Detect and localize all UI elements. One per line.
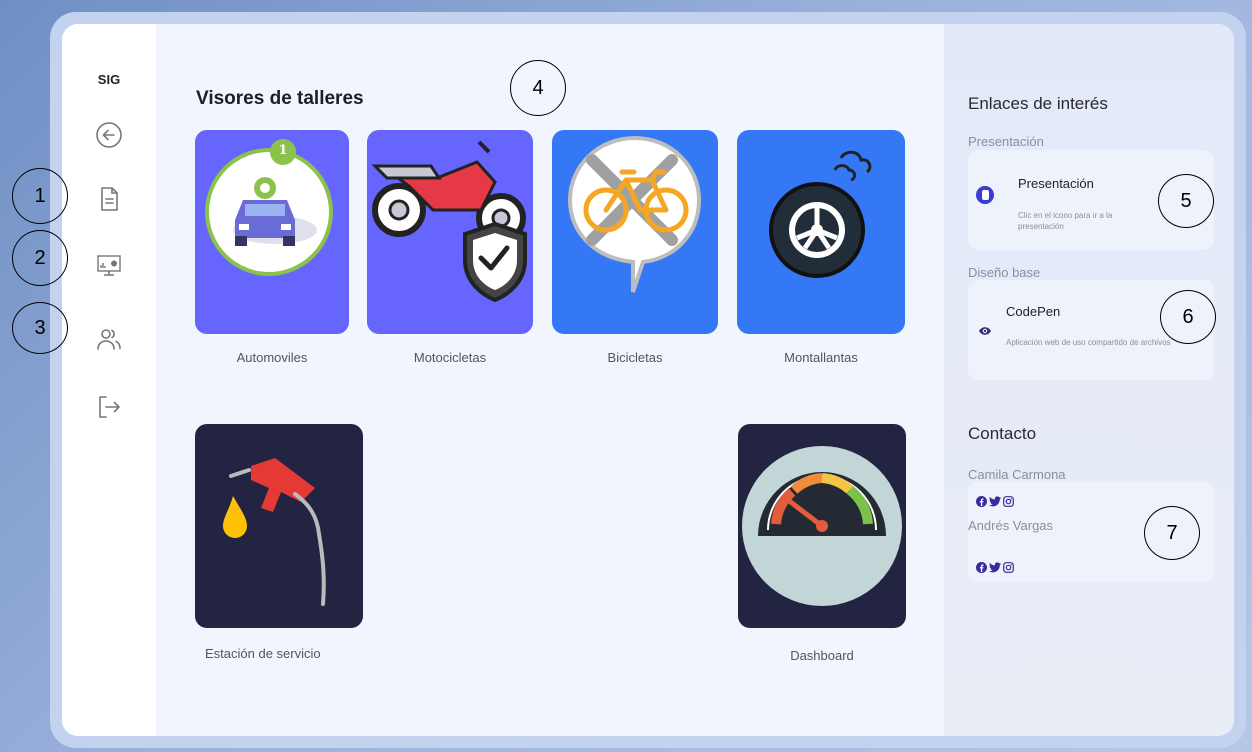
annotation-1: 1	[12, 168, 68, 224]
right-panel: Enlaces de interés Presentación Presenta…	[944, 24, 1234, 736]
codepen-desc: Aplicación web de uso compartido de arch…	[1006, 338, 1171, 347]
fuel-pump-icon	[223, 458, 326, 606]
links-title: Enlaces de interés	[968, 94, 1108, 113]
presentation-title: Presentación	[1018, 176, 1094, 191]
card-montallantas[interactable]	[737, 130, 905, 334]
presentation-desc: Clic en el icono para ir a la presentaci…	[1018, 211, 1113, 231]
annotation-2: 2	[12, 230, 68, 286]
social-links	[976, 558, 1014, 577]
bicycle-wrench-icon	[567, 135, 702, 293]
twitter-icon[interactable]	[989, 492, 1001, 511]
contact-name: Andrés Vargas	[968, 518, 1054, 533]
annotation-5: 5	[1158, 174, 1214, 228]
main-panel: Visores de talleres 1 Automoviles Motoci…	[156, 24, 944, 736]
logout-icon	[99, 396, 120, 418]
annotation-4: 4	[510, 60, 566, 116]
annotation-7: 7	[1144, 506, 1200, 560]
card-badge: 1	[278, 143, 288, 158]
contact-title: Contacto	[968, 424, 1037, 443]
card-estacion[interactable]	[195, 424, 363, 628]
card-label: Dashboard	[790, 648, 854, 663]
app: SIG Visores de talleres 1 Automoviles Mo…	[62, 24, 1234, 736]
car-service-icon	[205, 139, 333, 276]
facebook-icon[interactable]	[976, 558, 987, 577]
presentation-icon[interactable]	[976, 186, 994, 204]
sidebar: SIG	[62, 24, 156, 736]
document-icon	[101, 187, 118, 211]
tire-icon	[769, 150, 872, 278]
card-dashboard[interactable]	[738, 424, 906, 628]
documents-button[interactable]	[94, 184, 124, 214]
social-links	[976, 492, 1014, 511]
contact-name: Camila Carmona	[968, 467, 1066, 482]
card-label: Automoviles	[236, 350, 308, 365]
users-button[interactable]	[94, 324, 124, 354]
annotation-6: 6	[1160, 290, 1216, 344]
back-button[interactable]	[94, 120, 124, 150]
window-frame: SIG Visores de talleres 1 Automoviles Mo…	[50, 12, 1246, 748]
twitter-icon[interactable]	[989, 558, 1001, 577]
annotation-3: 3	[12, 302, 68, 354]
monitor-chart-icon	[97, 255, 121, 276]
card-label: Montallantas	[784, 350, 858, 365]
brand-logo: SIG	[97, 72, 121, 87]
dashboard-nav-button[interactable]	[94, 250, 124, 280]
back-icon	[96, 122, 122, 148]
base-section-label: Diseño base	[968, 265, 1041, 280]
instagram-icon[interactable]	[1003, 558, 1014, 577]
card-label: Estación de servicio	[205, 646, 321, 661]
instagram-icon[interactable]	[1003, 492, 1014, 511]
card-bicicletas[interactable]	[552, 130, 718, 334]
page-title: Visores de talleres	[196, 88, 364, 109]
motorcycle-shield-icon	[371, 140, 527, 303]
card-automoviles[interactable]: 1	[195, 130, 349, 334]
logout-button[interactable]	[94, 392, 124, 422]
presentation-section-label: Presentación	[968, 134, 1044, 149]
facebook-icon[interactable]	[976, 492, 987, 511]
eye-icon[interactable]	[978, 326, 992, 336]
card-label: Motocicletas	[413, 350, 487, 365]
card-label: Bicicletas	[607, 350, 663, 365]
codepen-title: CodePen	[1006, 304, 1061, 319]
gauge-icon	[742, 446, 902, 606]
card-motocicletas[interactable]	[367, 130, 533, 334]
users-icon	[97, 329, 121, 350]
